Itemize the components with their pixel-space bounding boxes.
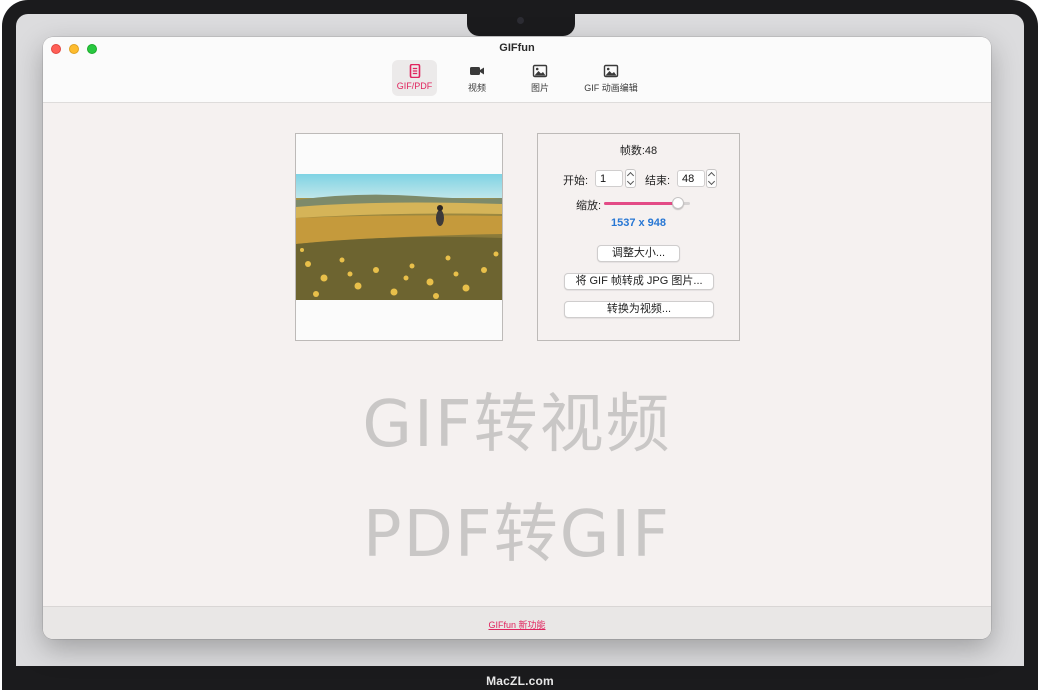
app-window: GIFfun GIF/PDF 视频 图片 GIF 动画编辑 帧数:48 开始: …: [43, 37, 991, 639]
scale-slider[interactable]: [604, 197, 690, 209]
tab-label: 图片: [530, 83, 549, 93]
window-footer: GIFfun 新功能: [43, 606, 991, 639]
frame-count: 帧数:48: [619, 145, 658, 157]
main-content: 帧数:48 开始: 1 结束: 48 缩放: 1537 x 948 调整大小..…: [43, 103, 991, 606]
tab-label: GIF/PDF: [396, 81, 433, 91]
whats-new-link[interactable]: GIFfun 新功能: [43, 618, 991, 631]
frame-range-row: 开始: 1 结束: 48: [538, 169, 739, 188]
scale-slider-fill: [604, 202, 678, 205]
camera-icon: [517, 17, 524, 24]
watermark-line-2: PDF转GIF: [363, 498, 671, 572]
tab-image[interactable]: 图片: [520, 60, 560, 96]
scale-slider-knob[interactable]: [671, 197, 684, 209]
tab-video[interactable]: 视频: [457, 60, 497, 96]
tab-label: 视频: [467, 83, 486, 93]
window-title: GIFfun: [499, 42, 535, 54]
convert-to-video-button[interactable]: 转换为视频...: [564, 301, 714, 318]
export-jpg-button[interactable]: 将 GIF 帧转成 JPG 图片...: [564, 273, 714, 290]
image-icon: [532, 64, 548, 78]
tab-label: GIF 动画编辑: [584, 83, 638, 93]
video-camera-icon: [470, 67, 484, 75]
start-frame-stepper[interactable]: [625, 169, 636, 188]
end-frame-input[interactable]: 48: [677, 170, 705, 187]
tab-gif-editor[interactable]: GIF 动画编辑: [581, 60, 641, 96]
image-edit-icon: [603, 64, 619, 78]
end-label: 结束:: [645, 175, 671, 187]
resize-button[interactable]: 调整大小...: [597, 245, 680, 262]
window-toolbar: GIFfun GIF/PDF 视频 图片 GIF 动画编辑: [43, 37, 991, 103]
watermark-line-1: GIF转视频: [362, 388, 672, 462]
scale-label: 缩放:: [576, 200, 602, 212]
document-icon: [409, 64, 420, 78]
tab-gif-pdf[interactable]: GIF/PDF: [392, 60, 437, 96]
gif-preview[interactable]: [295, 133, 503, 341]
preview-image: [296, 174, 502, 300]
end-frame-stepper[interactable]: [706, 169, 717, 188]
output-dimensions: 1537 x 948: [610, 217, 667, 229]
start-frame-input[interactable]: 1: [595, 170, 623, 187]
device-brand: MacZL.com: [486, 674, 554, 688]
gif-settings-panel: 帧数:48 开始: 1 结束: 48 缩放: 1537 x 948 调整大小..…: [537, 133, 740, 341]
start-label: 开始:: [563, 175, 589, 187]
